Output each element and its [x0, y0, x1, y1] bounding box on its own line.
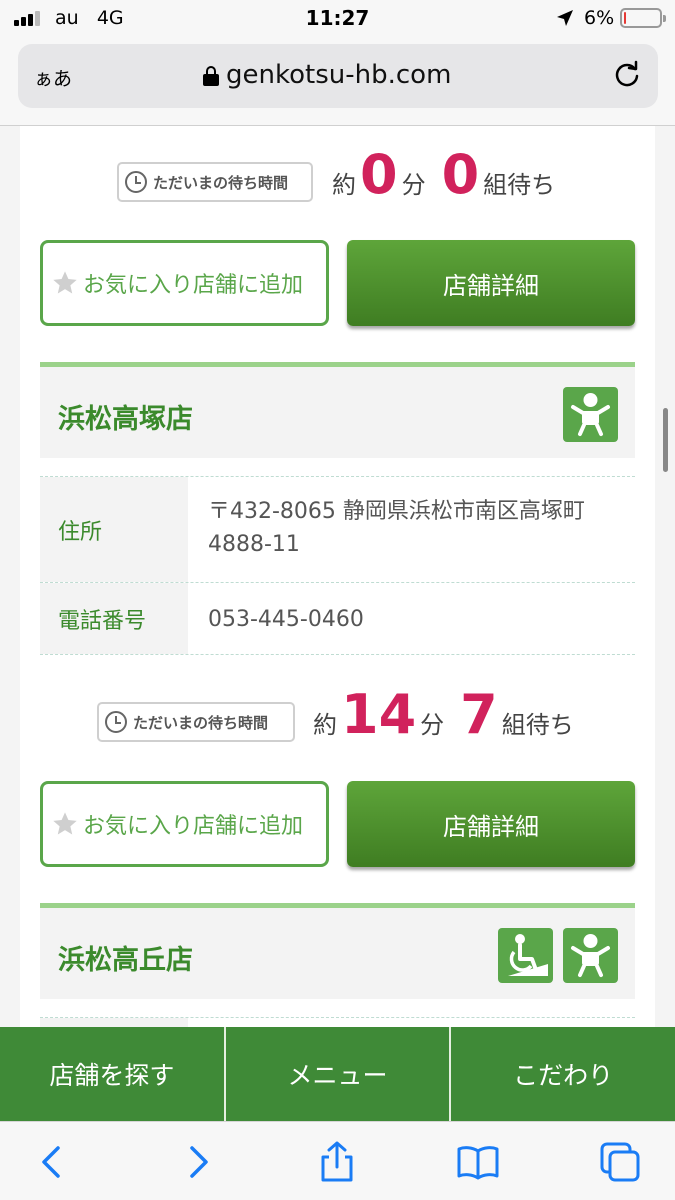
wheelchair-icon: [498, 928, 553, 983]
wait-time-label: ただいまの待ち時間: [97, 702, 295, 742]
battery-icon: [620, 8, 666, 28]
url-text[interactable]: genkotsu-hb.com: [226, 60, 451, 90]
clock-icon: [125, 171, 147, 193]
star-icon: [53, 812, 77, 835]
address-row: [40, 1018, 635, 1027]
location-arrow-icon: [557, 10, 573, 26]
store-detail-button[interactable]: 店舗詳細: [347, 240, 635, 326]
reload-icon[interactable]: [612, 60, 642, 90]
store-detail-button[interactable]: 店舗詳細: [347, 781, 635, 867]
tabs-icon[interactable]: [598, 1140, 642, 1184]
wait-time-value: 約 14 分 7 組待ち: [313, 683, 574, 746]
text-size-button[interactable]: ぁあ: [34, 64, 72, 91]
wait-time-row: ただいまの待ち時間 約 14 分 7 組待ち: [20, 666, 655, 742]
nav-commitment[interactable]: こだわり: [451, 1027, 675, 1121]
phone-row: 電話番号 053-445-0460: [40, 583, 635, 655]
wait-minutes: 0: [360, 143, 398, 206]
status-bar: au 4G 11:27 6%: [0, 0, 675, 40]
star-icon: [53, 271, 77, 294]
phone-value[interactable]: 053-445-0460: [188, 583, 635, 654]
bookmarks-icon[interactable]: [456, 1140, 500, 1184]
add-favorite-button[interactable]: お気に入り店舗に追加: [40, 781, 329, 867]
store-name: 浜松高塚店: [58, 404, 193, 435]
browser-toolbar: [0, 1121, 675, 1200]
store-header[interactable]: 浜松高塚店: [40, 362, 635, 458]
address-bar[interactable]: ぁあ genkotsu-hb.com: [18, 44, 658, 108]
battery-percent: 6%: [584, 7, 615, 29]
wait-time-value: 約 0 分 0 組待ち: [332, 143, 556, 206]
lock-icon: [203, 66, 219, 86]
phone-label: 電話番号: [40, 583, 188, 654]
nav-menu[interactable]: メニュー: [226, 1027, 452, 1121]
store-header[interactable]: 浜松高丘店: [40, 903, 635, 999]
bottom-nav: 店舗を探す メニュー こだわり: [0, 1027, 675, 1121]
wait-time-row: ただいまの待ち時間 約 0 分 0 組待ち: [20, 126, 655, 202]
address-value: 〒432-8065 静岡県浜松市南区高塚町4888-11: [208, 499, 585, 557]
forward-icon[interactable]: [175, 1140, 219, 1184]
address-row: 住所 〒432-8065 静岡県浜松市南区高塚町4888-11: [40, 477, 635, 583]
add-favorite-button[interactable]: お気に入り店舗に追加: [40, 240, 329, 326]
wait-groups: 7: [460, 683, 498, 746]
address-label: 住所: [40, 477, 188, 582]
nav-find-store[interactable]: 店舗を探す: [0, 1027, 226, 1121]
store-name: 浜松高丘店: [58, 945, 193, 976]
back-icon[interactable]: [31, 1140, 75, 1184]
baby-icon: [563, 928, 618, 983]
clock-icon: [105, 711, 127, 733]
wait-time-label: ただいまの待ち時間: [117, 162, 313, 202]
store-info-table: [40, 1017, 635, 1027]
wait-groups: 0: [441, 143, 480, 206]
share-icon[interactable]: [315, 1140, 359, 1184]
store-list: ただいまの待ち時間 約 0 分 0 組待ち お気に入り店舗に追加 店舗詳細 浜松…: [20, 126, 655, 1027]
baby-icon: [563, 387, 618, 442]
page-viewport[interactable]: ただいまの待ち時間 約 0 分 0 組待ち お気に入り店舗に追加 店舗詳細 浜松…: [0, 126, 675, 1027]
battery-fill: [624, 12, 626, 24]
scrollbar[interactable]: [663, 408, 668, 472]
wait-minutes: 14: [341, 683, 417, 746]
store-info-table: 住所 〒432-8065 静岡県浜松市南区高塚町4888-11 電話番号 053…: [40, 476, 635, 655]
